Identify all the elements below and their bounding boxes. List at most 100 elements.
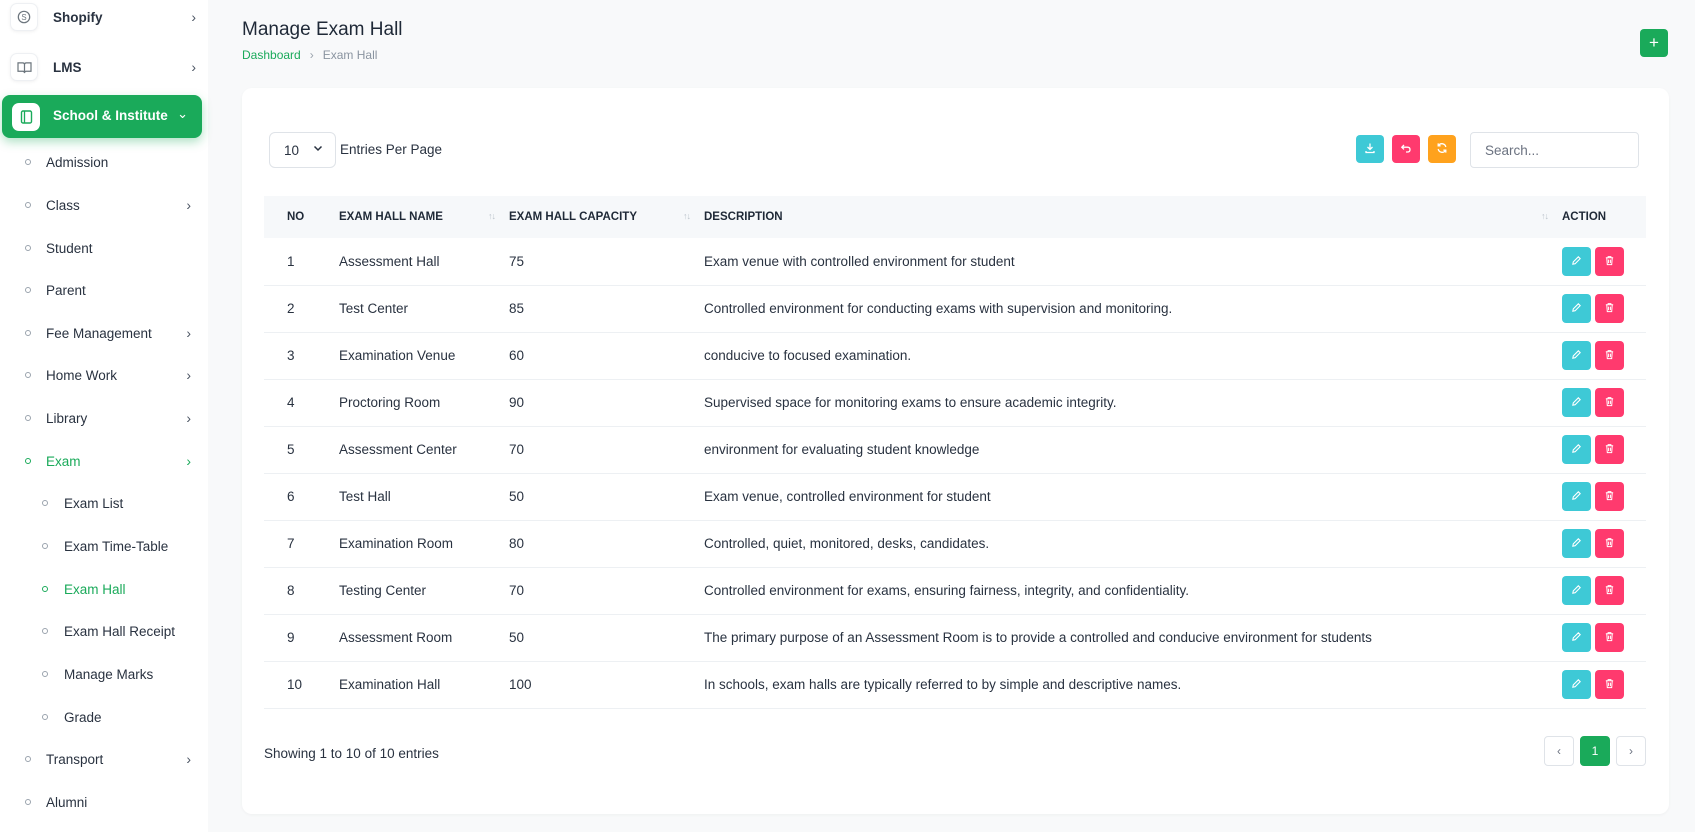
edit-button[interactable]: [1562, 529, 1591, 558]
delete-button[interactable]: [1595, 341, 1624, 370]
column-header-no[interactable]: NO: [264, 196, 339, 238]
sidebar-item-school-institute[interactable]: School & Institute ⌄: [2, 95, 202, 138]
edit-button[interactable]: [1562, 576, 1591, 605]
delete-button[interactable]: [1595, 576, 1624, 605]
edit-button[interactable]: [1562, 435, 1591, 464]
sidebar-item-label: LMS: [53, 59, 82, 75]
edit-button[interactable]: [1562, 294, 1591, 323]
cell-capacity: 80: [509, 536, 525, 551]
sidebar-item-transport[interactable]: Transport ›: [0, 742, 208, 776]
shopify-icon: S: [10, 3, 38, 31]
sidebar-item-library[interactable]: Library ›: [0, 401, 208, 435]
cell-no: 10: [287, 677, 303, 692]
edit-button[interactable]: [1562, 388, 1591, 417]
bullet-icon: [25, 202, 31, 208]
bullet-icon: [25, 799, 31, 805]
breadcrumb-dashboard-link[interactable]: Dashboard: [242, 48, 301, 62]
sidebar-item-grade[interactable]: Grade: [0, 700, 208, 734]
bullet-icon: [42, 714, 48, 720]
edit-button[interactable]: [1562, 482, 1591, 511]
edit-button[interactable]: [1562, 246, 1591, 276]
refresh-button[interactable]: [1428, 135, 1456, 163]
chevron-right-icon: ›: [186, 197, 191, 213]
pencil-icon: [1571, 348, 1582, 363]
sidebar-item-exam-hall-receipt[interactable]: Exam Hall Receipt: [0, 614, 208, 648]
delete-button[interactable]: [1595, 294, 1624, 323]
delete-button[interactable]: [1595, 435, 1624, 464]
trash-icon: [1604, 348, 1615, 363]
column-header-label: EXAM HALL NAME: [339, 211, 443, 223]
sidebar-item-home-work[interactable]: Home Work ›: [0, 358, 208, 392]
cell-capacity: 70: [509, 442, 525, 457]
cell-capacity: 70: [509, 583, 525, 598]
pencil-icon: [1571, 442, 1582, 457]
sidebar-item-alumni[interactable]: Alumni: [0, 785, 208, 819]
delete-button[interactable]: [1595, 623, 1624, 652]
pencil-icon: [1571, 536, 1582, 551]
undo-icon: [1400, 142, 1412, 157]
cell-no: 8: [287, 583, 295, 598]
pencil-icon: [1571, 583, 1582, 598]
cell-no: 3: [287, 348, 295, 363]
sidebar-item-exam-time-table[interactable]: Exam Time-Table: [0, 529, 208, 563]
table-row: 8 Testing Center 70 Controlled environment …: [264, 567, 1646, 614]
sidebar-item-label: Grade: [64, 709, 102, 725]
bullet-icon: [25, 159, 31, 165]
sidebar-item-fee-management[interactable]: Fee Management ›: [0, 316, 208, 350]
edit-button[interactable]: [1562, 341, 1591, 370]
column-header-capacity[interactable]: EXAM HALL CAPACITY ↑↓: [509, 196, 704, 238]
sidebar-item-exam-hall[interactable]: Exam Hall: [0, 572, 208, 606]
chevron-right-icon: ›: [186, 410, 191, 426]
column-header-description[interactable]: DESCRIPTION ↑↓: [704, 196, 1562, 238]
cell-actions: [1562, 520, 1646, 567]
sidebar-item-student[interactable]: Student: [0, 231, 208, 265]
sidebar-item-shopify[interactable]: S Shopify ›: [0, 0, 208, 36]
edit-button[interactable]: [1562, 670, 1591, 699]
sidebar-item-exam[interactable]: Exam ›: [0, 444, 208, 478]
cell-name: Assessment Hall: [339, 253, 440, 269]
delete-button[interactable]: [1595, 529, 1624, 558]
next-page-button[interactable]: ›: [1616, 736, 1646, 766]
column-header-name[interactable]: EXAM HALL NAME ↑↓: [339, 196, 509, 238]
column-header-label: DESCRIPTION: [704, 211, 783, 223]
refresh-icon: [1436, 142, 1448, 157]
book-icon: [10, 53, 38, 81]
column-header-action: ACTION: [1562, 196, 1646, 238]
cell-name: Testing Center: [339, 583, 427, 598]
delete-button[interactable]: [1595, 670, 1624, 699]
reset-button[interactable]: [1392, 135, 1420, 163]
sidebar-item-label: Exam List: [64, 495, 124, 511]
cell-actions: [1562, 567, 1646, 614]
delete-button[interactable]: [1595, 482, 1624, 511]
edit-button[interactable]: [1562, 623, 1591, 652]
sidebar-item-class[interactable]: Class ›: [0, 188, 208, 222]
pencil-icon: [1571, 677, 1582, 692]
export-button[interactable]: [1356, 135, 1384, 163]
trash-icon: [1604, 489, 1615, 504]
bullet-icon: [25, 415, 31, 421]
sidebar-item-label: School & Institute: [53, 108, 168, 123]
sidebar-item-exam-list[interactable]: Exam List: [0, 486, 208, 520]
sidebar-item-admission[interactable]: Admission: [0, 145, 208, 179]
cell-actions: [1562, 285, 1646, 332]
chevron-right-icon: ›: [186, 325, 191, 341]
table-header-row: NO EXAM HALL NAME ↑↓ EXAM HALL CAPACITY ↑↓…: [264, 196, 1646, 238]
sidebar-item-manage-marks[interactable]: Manage Marks: [0, 657, 208, 691]
entries-per-page-select[interactable]: 10: [269, 132, 336, 168]
sort-icon: ↑↓: [488, 211, 496, 221]
sidebar-item-label: Admission: [46, 154, 109, 170]
add-exam-hall-button[interactable]: +: [1640, 29, 1668, 57]
prev-page-button[interactable]: ‹: [1544, 736, 1574, 766]
sidebar-item-lms[interactable]: LMS ›: [0, 48, 208, 86]
delete-button[interactable]: [1595, 246, 1624, 276]
chevron-right-icon: ›: [191, 59, 196, 75]
pencil-icon: [1571, 301, 1582, 316]
cell-capacity: 50: [509, 630, 525, 645]
sidebar-item-parent[interactable]: Parent: [0, 273, 208, 307]
sidebar-item-label: Exam: [46, 453, 81, 469]
delete-button[interactable]: [1595, 388, 1624, 417]
cell-name: Examination Hall: [339, 677, 441, 692]
search-input[interactable]: [1470, 132, 1639, 168]
page-button[interactable]: 1: [1580, 736, 1610, 766]
sort-icon: ↑↓: [683, 211, 691, 221]
